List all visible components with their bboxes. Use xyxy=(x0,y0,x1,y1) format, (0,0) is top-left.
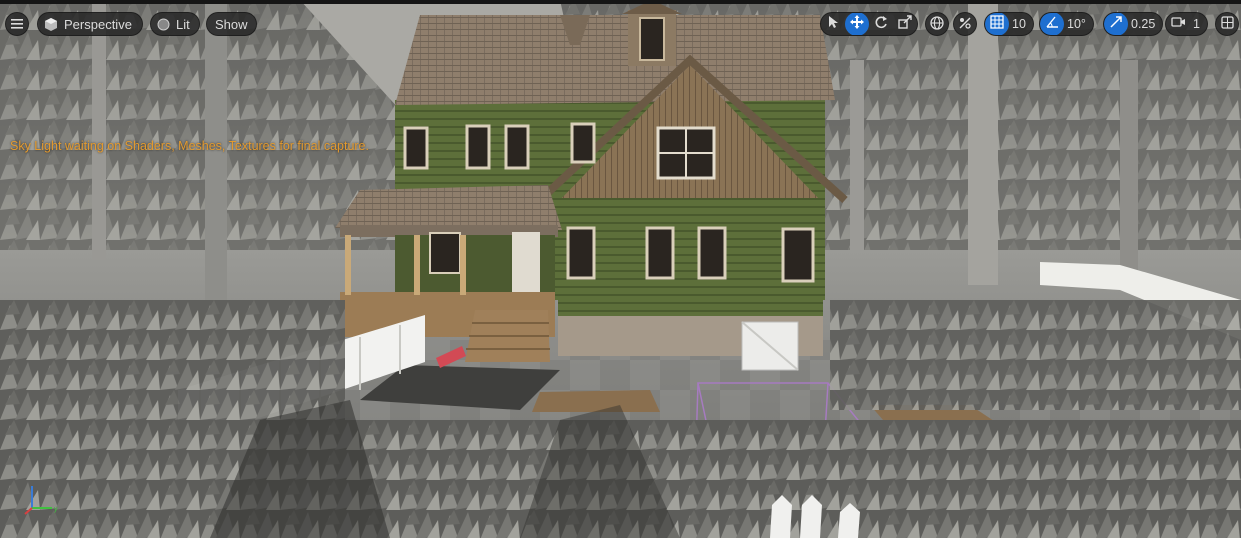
cube-icon xyxy=(44,17,58,31)
select-tool-button[interactable] xyxy=(821,13,845,35)
axis-gizmo: y xyxy=(24,486,58,515)
lighting-mode-label: Lit xyxy=(176,16,190,32)
transform-tools xyxy=(820,12,918,36)
lit-sphere-icon xyxy=(157,18,170,31)
camera-speed-button[interactable] xyxy=(1166,13,1190,35)
viewport-layout-button[interactable] xyxy=(1215,12,1239,36)
grid-snap-value[interactable]: 10 xyxy=(1009,17,1033,31)
camera-icon xyxy=(1170,15,1186,33)
svg-text:y: y xyxy=(54,506,58,513)
camera-speed-value[interactable]: 1 xyxy=(1190,17,1207,31)
layout-grid-icon xyxy=(1220,16,1234,32)
rotation-snap-control[interactable]: 10° xyxy=(1039,12,1094,36)
level-viewport[interactable]: Perspective Lit Show Sky Light waiting o… xyxy=(0,0,1241,538)
view-mode-dropdown[interactable]: Perspective xyxy=(37,12,143,36)
camera-speed-control[interactable]: 1 xyxy=(1165,12,1208,36)
scene-render[interactable] xyxy=(0,0,1241,538)
translate-tool-button[interactable] xyxy=(845,13,869,35)
rotate-icon xyxy=(874,15,888,34)
scale-snap-control[interactable]: 0.25 xyxy=(1103,12,1164,36)
scale-snap-value[interactable]: 0.25 xyxy=(1128,17,1162,31)
hamburger-icon xyxy=(11,17,23,32)
show-label: Show xyxy=(215,16,248,32)
angle-icon xyxy=(1045,15,1059,34)
status-message: Sky Light waiting on Shaders, Meshes, Te… xyxy=(10,139,369,153)
surface-snap-icon xyxy=(958,16,972,33)
grid-snap-control[interactable]: 10 xyxy=(984,12,1034,36)
viewport-menu-button[interactable] xyxy=(5,12,29,36)
rotation-snap-value[interactable]: 10° xyxy=(1064,17,1093,31)
viewport-top-border xyxy=(0,0,1241,4)
scale-icon xyxy=(898,14,912,34)
grid-icon xyxy=(990,14,1004,34)
rotate-tool-button[interactable] xyxy=(869,13,893,35)
scale-tool-button[interactable] xyxy=(893,13,917,35)
show-flags-dropdown[interactable]: Show xyxy=(206,12,257,36)
scale-snap-icon xyxy=(1109,15,1123,34)
move-arrows-icon xyxy=(850,14,864,34)
scale-snap-toggle[interactable] xyxy=(1104,13,1128,35)
lighting-mode-dropdown[interactable]: Lit xyxy=(150,12,200,36)
rotation-snap-toggle[interactable] xyxy=(1040,13,1064,35)
view-mode-label: Perspective xyxy=(64,16,132,32)
coordinate-system-button[interactable] xyxy=(925,12,949,36)
surface-snap-button[interactable] xyxy=(953,12,977,36)
globe-icon xyxy=(930,15,944,33)
cursor-icon xyxy=(827,15,839,34)
grid-snap-toggle[interactable] xyxy=(985,13,1009,35)
